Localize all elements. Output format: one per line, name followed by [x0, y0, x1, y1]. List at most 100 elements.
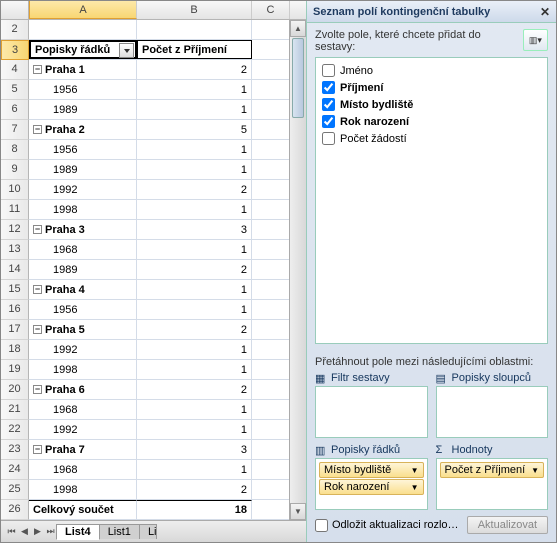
row-header[interactable]: 3	[1, 40, 29, 60]
cell-b[interactable]: 1	[137, 360, 252, 379]
select-all-corner[interactable]	[1, 1, 29, 19]
field-checkbox[interactable]	[322, 115, 335, 128]
field-checkbox[interactable]	[322, 64, 335, 77]
cell-a[interactable]: −Praha 1	[29, 60, 137, 79]
row-header[interactable]: 2	[1, 20, 29, 40]
cell-b[interactable]: 1	[137, 160, 252, 179]
cell-a[interactable]: 1989	[29, 160, 137, 179]
defer-update-checkbox[interactable]: Odložit aktualizaci rozlo…	[315, 519, 461, 532]
cell-c[interactable]	[252, 20, 290, 39]
cell-b[interactable]: 3	[137, 440, 252, 459]
cell-c[interactable]	[252, 340, 290, 359]
cell-a[interactable]: 1998	[29, 200, 137, 219]
row-header[interactable]: 7	[1, 120, 29, 140]
cell-a[interactable]: 1956	[29, 140, 137, 159]
cell-b[interactable]: 2	[137, 480, 252, 499]
collapse-icon[interactable]: −	[33, 285, 42, 294]
sheet-tab-active[interactable]: List4	[56, 524, 100, 540]
field-item[interactable]: Příjmení	[320, 79, 543, 96]
filter-drop-area[interactable]	[315, 386, 428, 438]
cell-a[interactable]: Popisky řádků	[29, 40, 137, 59]
cell-b[interactable]: 1	[137, 280, 252, 299]
row-header[interactable]: 26	[1, 500, 29, 520]
cell-c[interactable]	[252, 360, 290, 379]
cell-a[interactable]: −Praha 2	[29, 120, 137, 139]
cell-c[interactable]	[252, 400, 290, 419]
rows-drop-area[interactable]: Místo bydliště▼Rok narození▼	[315, 458, 428, 510]
row-header[interactable]: 20	[1, 380, 29, 400]
cell-b[interactable]: 3	[137, 220, 252, 239]
cell-b[interactable]: 1	[137, 340, 252, 359]
field-item[interactable]: Místo bydliště	[320, 96, 543, 113]
filter-dropdown-button[interactable]	[119, 43, 134, 58]
row-header[interactable]: 18	[1, 340, 29, 360]
cell-b[interactable]: 1	[137, 140, 252, 159]
field-checkbox[interactable]	[322, 81, 335, 94]
row-header[interactable]: 5	[1, 80, 29, 100]
row-header[interactable]: 9	[1, 160, 29, 180]
area-pill[interactable]: Počet z Příjmení▼	[440, 462, 545, 478]
sheet-tab[interactable]: List1	[99, 524, 140, 539]
cell-a[interactable]: 1992	[29, 420, 137, 439]
cell-a[interactable]: −Praha 4	[29, 280, 137, 299]
row-header[interactable]: 11	[1, 200, 29, 220]
cell-c[interactable]	[252, 280, 290, 299]
cell-a[interactable]	[29, 20, 137, 39]
row-header[interactable]: 15	[1, 280, 29, 300]
field-item[interactable]: Počet žádostí	[320, 130, 543, 147]
row-header[interactable]: 8	[1, 140, 29, 160]
tab-nav-first-icon[interactable]: ⏮	[5, 524, 18, 539]
cell-c[interactable]	[252, 160, 290, 179]
columns-drop-area[interactable]	[436, 386, 549, 438]
cell-c[interactable]	[252, 40, 290, 59]
cell-c[interactable]	[252, 440, 290, 459]
cell-a[interactable]: 1968	[29, 460, 137, 479]
cell-a[interactable]: −Praha 5	[29, 320, 137, 339]
cell-c[interactable]	[252, 100, 290, 119]
row-header[interactable]: 4	[1, 60, 29, 80]
cell-b[interactable]: 18	[137, 500, 252, 519]
sheet-tab[interactable]: Li	[139, 524, 157, 539]
cell-c[interactable]	[252, 120, 290, 139]
cell-c[interactable]	[252, 220, 290, 239]
area-pill[interactable]: Rok narození▼	[319, 479, 424, 495]
cell-a[interactable]: Celkový součet	[29, 500, 137, 519]
cell-b[interactable]: 1	[137, 400, 252, 419]
cell-c[interactable]	[252, 140, 290, 159]
cell-b[interactable]: 2	[137, 260, 252, 279]
collapse-icon[interactable]: −	[33, 225, 42, 234]
row-header[interactable]: 16	[1, 300, 29, 320]
cell-a[interactable]: 1992	[29, 180, 137, 199]
area-pill[interactable]: Místo bydliště▼	[319, 462, 424, 478]
cell-c[interactable]	[252, 180, 290, 199]
row-header[interactable]: 13	[1, 240, 29, 260]
vertical-scrollbar[interactable]: ▲ ▼	[289, 20, 306, 520]
tab-nav-prev-icon[interactable]: ◀	[18, 524, 31, 539]
cell-b[interactable]: 2	[137, 180, 252, 199]
field-item[interactable]: Jméno	[320, 62, 543, 79]
cell-b[interactable]: 1	[137, 460, 252, 479]
cell-a[interactable]: 1968	[29, 400, 137, 419]
cell-c[interactable]	[252, 240, 290, 259]
field-checkbox[interactable]	[322, 132, 335, 145]
cell-c[interactable]	[252, 60, 290, 79]
pill-dropdown-icon[interactable]: ▼	[411, 466, 419, 475]
cell-a[interactable]: 1992	[29, 340, 137, 359]
cell-c[interactable]	[252, 420, 290, 439]
cell-c[interactable]	[252, 260, 290, 279]
col-header-c[interactable]: C	[252, 1, 290, 19]
row-header[interactable]: 19	[1, 360, 29, 380]
cell-c[interactable]	[252, 200, 290, 219]
defer-checkbox-input[interactable]	[315, 519, 328, 532]
cell-a[interactable]: 1998	[29, 360, 137, 379]
row-header[interactable]: 24	[1, 460, 29, 480]
scroll-down-button[interactable]: ▼	[290, 503, 306, 520]
cell-b[interactable]: 5	[137, 120, 252, 139]
cell-a[interactable]: 1989	[29, 260, 137, 279]
collapse-icon[interactable]: −	[33, 445, 42, 454]
col-header-b[interactable]: B	[137, 1, 252, 19]
field-item[interactable]: Rok narození	[320, 113, 543, 130]
row-header[interactable]: 14	[1, 260, 29, 280]
collapse-icon[interactable]: −	[33, 325, 42, 334]
cell-b[interactable]: 2	[137, 320, 252, 339]
